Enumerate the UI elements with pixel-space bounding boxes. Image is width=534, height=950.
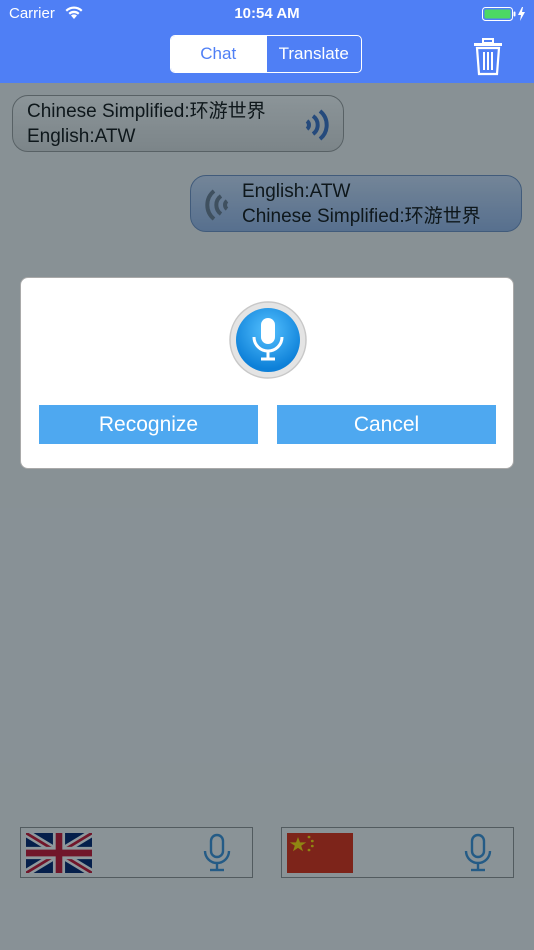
clock-label: 10:54 AM [234,5,300,22]
tab-chat[interactable]: Chat [171,36,266,72]
microphone-icon [229,301,307,379]
recognize-button[interactable]: Recognize [39,405,258,444]
modal-backdrop[interactable] [0,83,534,950]
status-bar: Carrier 10:54 AM [0,0,534,28]
app-screen: Carrier 10:54 AM Chat Translate Chinese … [0,0,534,950]
segmented-control: Chat Translate [170,35,362,73]
nav-bar: Carrier 10:54 AM Chat Translate [0,0,534,83]
cancel-button[interactable]: Cancel [277,405,496,444]
battery-icon [482,6,526,26]
trash-icon[interactable] [470,38,506,76]
tab-translate[interactable]: Translate [265,36,362,72]
voice-recognition-dialog: Recognize Cancel [20,277,514,469]
